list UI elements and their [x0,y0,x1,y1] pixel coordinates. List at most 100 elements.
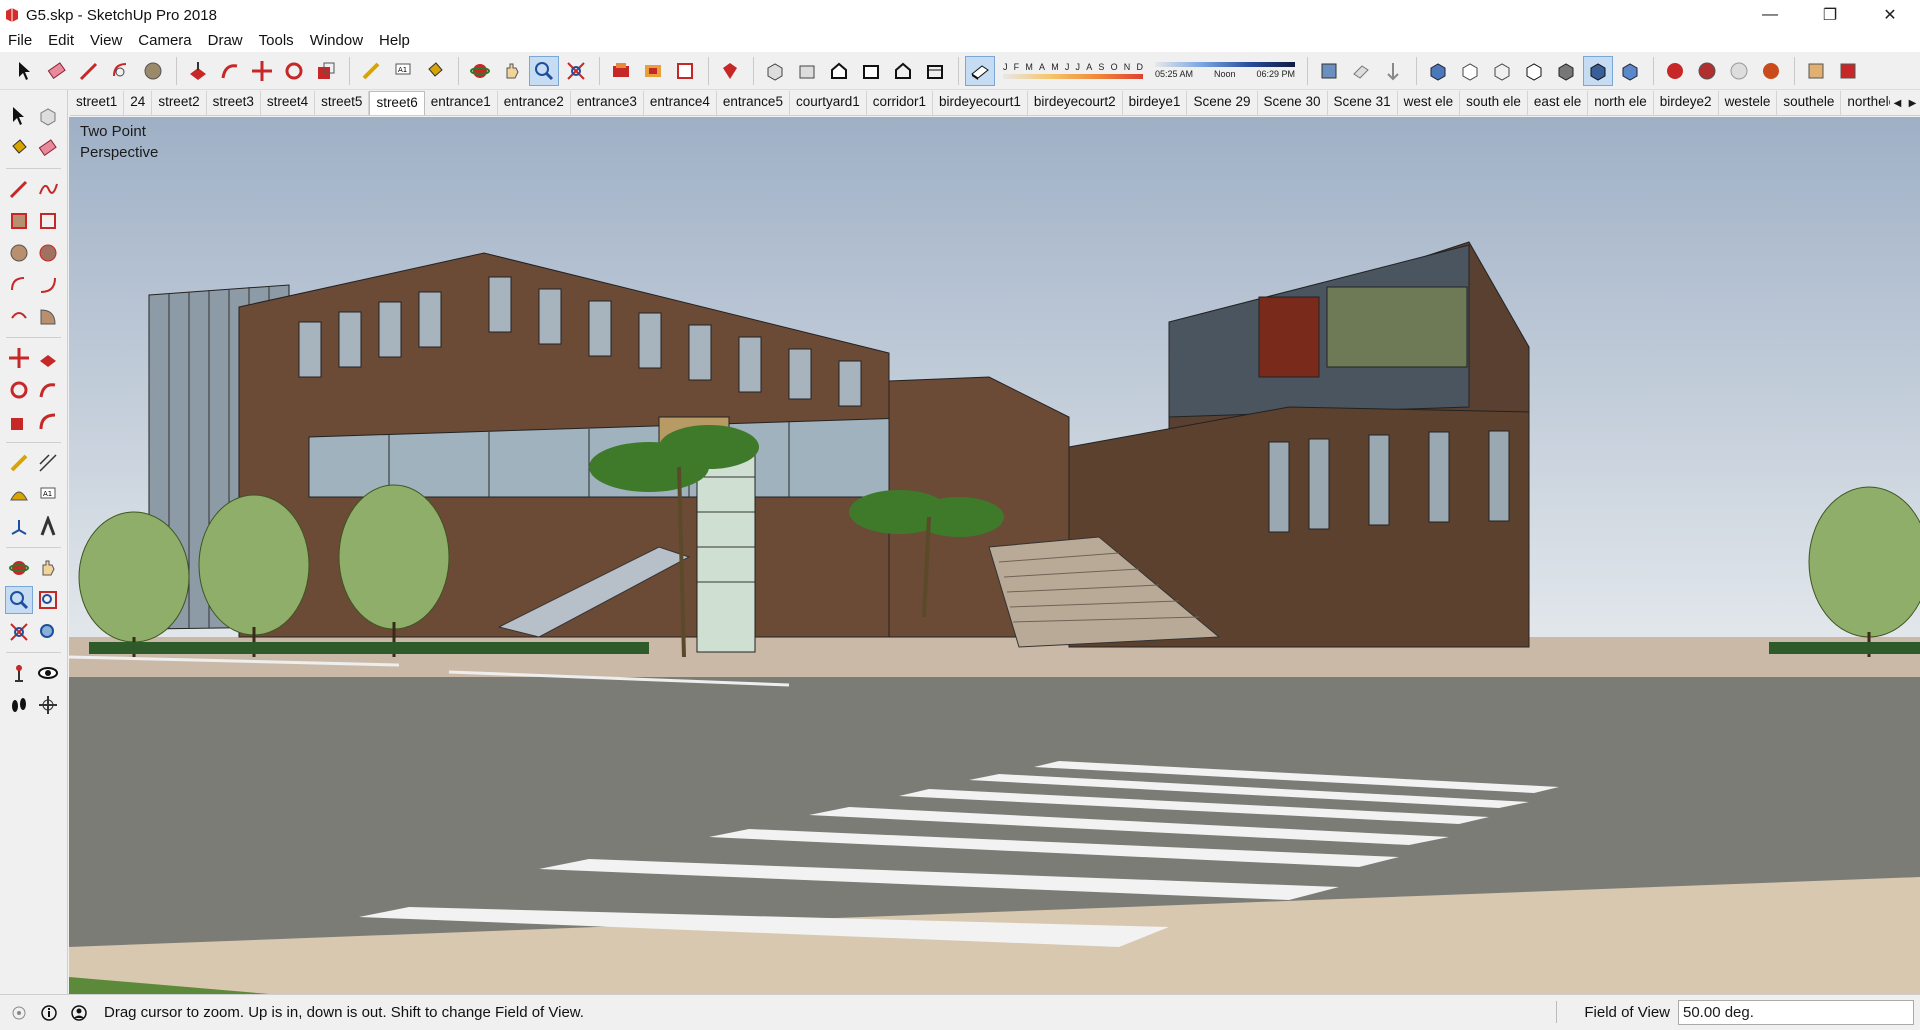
scene-tab[interactable]: west ele [1398,91,1461,115]
scene-tab[interactable]: north ele [1588,91,1654,115]
menu-camera[interactable]: Camera [130,30,199,52]
menu-draw[interactable]: Draw [200,30,251,52]
scale-icon[interactable] [311,56,341,86]
sandbox-icon[interactable] [1833,56,1863,86]
components-icon[interactable] [1660,56,1690,86]
left-view-icon[interactable] [920,56,950,86]
shadow-time-slider[interactable]: 05:25 AM Noon 06:29 PM [1155,55,1295,87]
zoom-extents-icon[interactable] [561,56,591,86]
scene-tab[interactable]: Scene 31 [1328,91,1398,115]
zoom-extents-icon[interactable] [5,618,33,646]
display-section-cuts-icon[interactable] [1378,56,1408,86]
back-view-icon[interactable] [888,56,918,86]
shadow-date-slider[interactable]: J F M A M J J A S O N D [1003,55,1143,87]
shaded-style-icon[interactable] [1551,56,1581,86]
offset-icon[interactable] [34,408,62,436]
scene-tab[interactable]: entrance4 [644,91,717,115]
pan-icon[interactable] [497,56,527,86]
arc-dropdown-icon[interactable] [106,56,136,86]
shaded-textures-style-icon[interactable] [1583,55,1613,86]
scroll-left-icon[interactable]: ◀ [1894,98,1902,109]
top-view-icon[interactable] [792,56,822,86]
scene-tab[interactable]: southele [1777,91,1842,115]
freehand-icon[interactable] [34,175,62,203]
tape-measure-icon[interactable] [5,449,33,477]
circle-dropdown-icon[interactable] [138,56,168,86]
eraser-icon[interactable] [34,134,62,162]
scene-tab[interactable]: birdeyecourt2 [1028,91,1123,115]
monochrome-style-icon[interactable] [1615,56,1645,86]
scene-tab[interactable]: east ele [1528,91,1589,115]
dimension-icon[interactable] [34,449,62,477]
menu-help[interactable]: Help [371,30,418,52]
axes-icon[interactable] [5,513,33,541]
scene-tab[interactable]: street3 [207,91,261,115]
model-viewport[interactable]: Two Point Perspective [69,117,1920,994]
3d-text-icon[interactable] [34,513,62,541]
text-tool-icon[interactable]: A1 [34,481,62,509]
menu-edit[interactable]: Edit [40,30,82,52]
xray-style-icon[interactable] [1423,56,1453,86]
scene-tab[interactable]: entrance3 [571,91,644,115]
styles-icon[interactable] [1724,56,1754,86]
scene-tab[interactable]: entrance2 [498,91,571,115]
scenes-icon[interactable] [1756,56,1786,86]
scene-tab[interactable]: street5 [315,91,370,115]
shadow-time-track[interactable] [1155,62,1295,67]
maximize-button[interactable]: ❐ [1800,0,1860,30]
scene-tab[interactable]: corridor1 [867,91,934,115]
scene-tab[interactable]: street4 [261,91,316,115]
move-icon[interactable] [5,344,33,372]
section-plane-icon[interactable] [1314,56,1344,86]
menu-window[interactable]: Window [302,30,371,52]
arc-icon[interactable] [5,271,33,299]
follow-me-icon[interactable] [34,376,62,404]
scene-tab[interactable]: Scene 29 [1187,91,1258,115]
scene-tab[interactable]: south ele [1460,91,1528,115]
scene-tab[interactable]: birdeye1 [1123,91,1188,115]
paint-bucket-icon[interactable] [420,56,450,86]
ruby-console-icon[interactable] [715,56,745,86]
paint-bucket-icon[interactable] [5,134,33,162]
tape-measure-icon[interactable] [356,56,386,86]
zoom-icon[interactable] [4,586,33,614]
line-tool-icon[interactable] [74,56,104,86]
right-view-icon[interactable] [856,56,886,86]
text-tool-icon[interactable]: A1 [388,56,418,86]
polygon-icon[interactable] [34,239,62,267]
layout-icon[interactable] [670,56,700,86]
orbit-icon[interactable] [465,56,495,86]
scale-icon[interactable] [5,408,33,436]
scene-tab-active[interactable]: street6 [369,91,425,115]
measurements-input[interactable]: 50.00 deg. [1678,1000,1914,1025]
previous-view-icon[interactable] [34,618,62,646]
extension-warehouse-icon[interactable] [638,56,668,86]
scene-tab[interactable]: street1 [70,91,125,115]
shadow-date-track[interactable] [1003,74,1143,79]
geo-location-icon[interactable] [8,1002,30,1024]
push-pull-icon[interactable] [183,56,213,86]
scene-tab[interactable]: 24 [124,91,153,115]
scene-tab[interactable]: street2 [152,91,207,115]
back-edges-style-icon[interactable] [1455,56,1485,86]
menu-file[interactable]: File [0,30,40,52]
generate-report-icon[interactable] [1801,56,1831,86]
minimize-button[interactable]: — [1740,0,1800,30]
wireframe-style-icon[interactable] [1487,56,1517,86]
scene-tab[interactable]: westele [1719,91,1778,115]
close-button[interactable]: ✕ [1860,0,1920,30]
rectangle-icon[interactable] [5,207,33,235]
three-point-arc-icon[interactable] [5,303,33,331]
scene-tab[interactable]: entrance1 [425,91,498,115]
zoom-icon[interactable] [529,55,559,86]
pie-icon[interactable] [34,303,62,331]
pan-icon[interactable] [34,554,62,582]
menu-view[interactable]: View [82,30,130,52]
scene-tab[interactable]: entrance5 [717,91,790,115]
look-around-icon[interactable] [34,659,62,687]
front-view-icon[interactable] [824,56,854,86]
user-account-icon[interactable] [68,1002,90,1024]
orbit-icon[interactable] [5,554,33,582]
make-component-icon[interactable] [34,102,62,130]
two-point-arc-icon[interactable] [34,271,62,299]
